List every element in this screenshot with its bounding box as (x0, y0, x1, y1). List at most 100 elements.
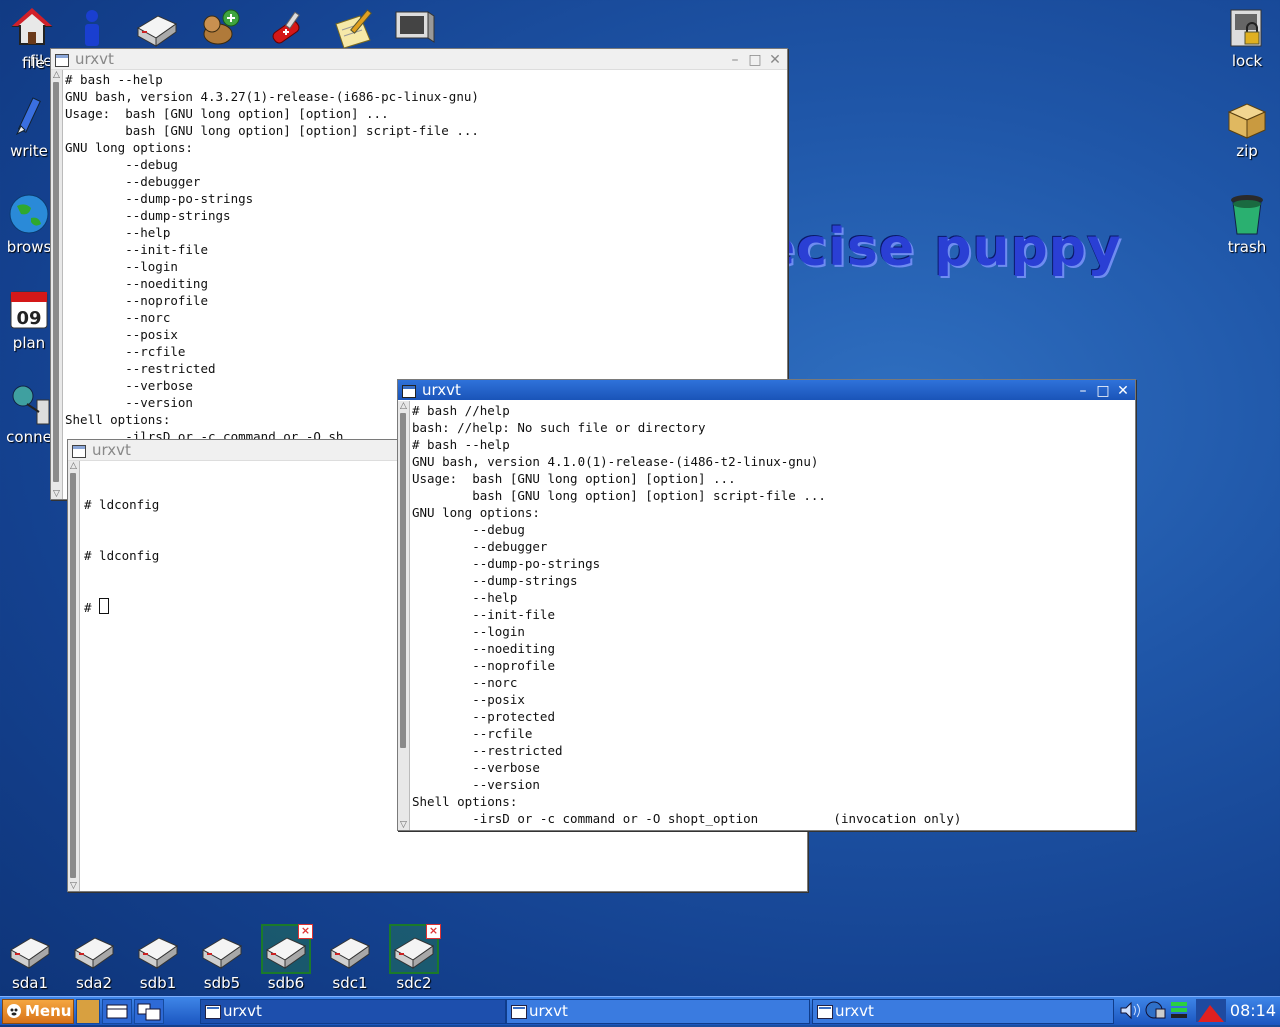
task-button[interactable]: urxvt (200, 999, 506, 1024)
window-titlebar[interactable]: urxvt – □ ✕ (398, 380, 1135, 400)
drive-icon-sda1[interactable]: sda1 (0, 926, 60, 992)
info-icon[interactable] (70, 6, 114, 50)
network-icon (7, 382, 51, 426)
drive-label: sda1 (11, 974, 49, 992)
drive-label: sdb5 (203, 974, 241, 992)
scroll-down-icon[interactable]: ▽ (399, 820, 408, 830)
scrollbar[interactable]: △ ▽ (398, 401, 410, 830)
menu-label: Menu (25, 1002, 72, 1020)
desktop-icon-trash[interactable]: trash (1212, 192, 1280, 256)
menu-button[interactable]: Menu (2, 999, 74, 1024)
terminal-line: # bash --help (412, 437, 510, 452)
scroll-up-icon[interactable]: △ (399, 401, 408, 411)
maximize-button[interactable]: □ (747, 50, 763, 70)
close-button[interactable]: ✕ (1115, 381, 1131, 401)
terminal-line: GNU long options: (412, 505, 540, 520)
terminal-line: --init-file (65, 242, 208, 257)
minimize-button[interactable]: – (1075, 381, 1091, 401)
monitor-icon[interactable] (392, 6, 436, 50)
drive-icon (199, 926, 245, 972)
terminal-icon (72, 443, 86, 458)
drive-icon-sdb1[interactable]: sdb1 (128, 926, 188, 992)
window-list-icon[interactable] (134, 999, 164, 1024)
drive-label: sdb1 (139, 974, 177, 992)
volume-icon[interactable] (1118, 999, 1142, 1022)
clock[interactable]: 08:14 (1230, 999, 1276, 1022)
terminal-line: GNU bash, version 4.3.27(1)-release-(i68… (65, 89, 479, 104)
terminal-line: --rcfile (412, 726, 533, 741)
terminal-line: --version (412, 777, 540, 792)
desktop-icon-label-file: file (22, 54, 45, 72)
minimize-button[interactable]: – (727, 50, 743, 70)
edit-note-icon[interactable] (330, 6, 374, 50)
terminal-line: --noprofile (412, 658, 555, 673)
terminal-line: # bash --help (65, 72, 163, 87)
scrollbar-thumb[interactable] (53, 82, 59, 482)
lock-icon (1225, 6, 1269, 50)
terminal-line: bash [GNU long option] [option] script-f… (65, 123, 479, 138)
terminal-line: --noediting (65, 276, 208, 291)
drive-icon-sdb5[interactable]: sdb5 (192, 926, 252, 992)
cpu-monitor-icon[interactable] (1196, 999, 1226, 1022)
puppy-quicklaunch-icon[interactable] (76, 999, 100, 1024)
terminal-window-front[interactable]: urxvt – □ ✕ △ ▽ # bash //help bash: //help:… (397, 379, 1136, 831)
drive-icon: × (389, 924, 441, 974)
task-button[interactable]: urxvt (812, 999, 1114, 1024)
terminal-output[interactable]: # bash //help bash: //help: No such file … (412, 402, 1133, 828)
terminal-line: --dump-po-strings (412, 556, 601, 571)
terminal-line: --init-file (412, 607, 555, 622)
scrollbar-thumb[interactable] (400, 413, 406, 748)
drive-icon-sdc2[interactable]: × sdc2 (384, 924, 444, 992)
desktop-icon-zip[interactable]: zip (1212, 96, 1280, 160)
terminal-line: bash [GNU long option] [option] script-f… (412, 488, 826, 503)
desktop-icon-lock[interactable]: lock (1212, 6, 1280, 70)
window-titlebar[interactable]: urxvt – □ ✕ (51, 49, 787, 70)
scrollbar[interactable]: △ ▽ (51, 70, 63, 499)
drive-icon[interactable] (134, 6, 178, 50)
terminal-line: --debug (412, 522, 525, 537)
drive-icon-sda2[interactable]: sda2 (64, 926, 124, 992)
window-title: urxvt (92, 441, 131, 459)
desktop-icon-label: lock (1231, 52, 1263, 70)
drive-icon-sdb6[interactable]: × sdb6 (256, 924, 316, 992)
window-title: urxvt (75, 50, 114, 68)
desktop-icon-label: zip (1236, 142, 1258, 160)
scrollbar-thumb[interactable] (70, 473, 76, 878)
scroll-down-icon[interactable]: ▽ (52, 489, 61, 499)
puppy-icon[interactable] (198, 6, 242, 50)
scrollbar[interactable]: △ ▽ (68, 461, 80, 891)
scroll-down-icon[interactable]: ▽ (69, 881, 78, 891)
close-button[interactable]: ✕ (767, 50, 783, 70)
terminal-line: --debugger (65, 174, 201, 189)
terminal-line: GNU bash, version 4.1.0(1)-release-(i486… (412, 454, 819, 469)
terminal-line: Usage: bash [GNU long option] [option] .… (65, 106, 389, 121)
terminal-line: --login (65, 259, 178, 274)
swiss-knife-icon[interactable] (266, 6, 310, 50)
terminal-line: --dump-strings (65, 208, 231, 223)
terminal-line: --dump-strings (412, 573, 578, 588)
terminal-icon (511, 1005, 527, 1019)
home-icon[interactable] (10, 6, 54, 50)
terminal-line: --verbose (412, 760, 540, 775)
network-tray-icon[interactable] (1144, 999, 1166, 1022)
scroll-up-icon[interactable]: △ (69, 461, 78, 471)
terminal-line: bash: //help: No such file or directory (412, 420, 706, 435)
task-label: urxvt (223, 1002, 262, 1020)
unmount-icon[interactable]: × (298, 924, 313, 939)
terminal-line: GNU long options: (65, 140, 193, 155)
terminal-icon (402, 383, 416, 398)
show-desktop-icon[interactable] (102, 999, 132, 1024)
drive-label: sda2 (75, 974, 113, 992)
unmount-icon[interactable]: × (426, 924, 441, 939)
drive-label: sdc1 (332, 974, 368, 992)
terminal-prompt: # (84, 600, 100, 615)
terminal-line: Shell options: (412, 794, 518, 809)
terminal-line: --login (412, 624, 525, 639)
maximize-button[interactable]: □ (1095, 381, 1111, 401)
scroll-up-icon[interactable]: △ (52, 70, 61, 80)
package-icon (1225, 96, 1269, 140)
drive-icon-sdc1[interactable]: sdc1 (320, 926, 380, 992)
task-button[interactable]: urxvt (506, 999, 810, 1024)
battery-icon[interactable] (1168, 999, 1190, 1022)
terminal-line: --rcfile (65, 344, 186, 359)
